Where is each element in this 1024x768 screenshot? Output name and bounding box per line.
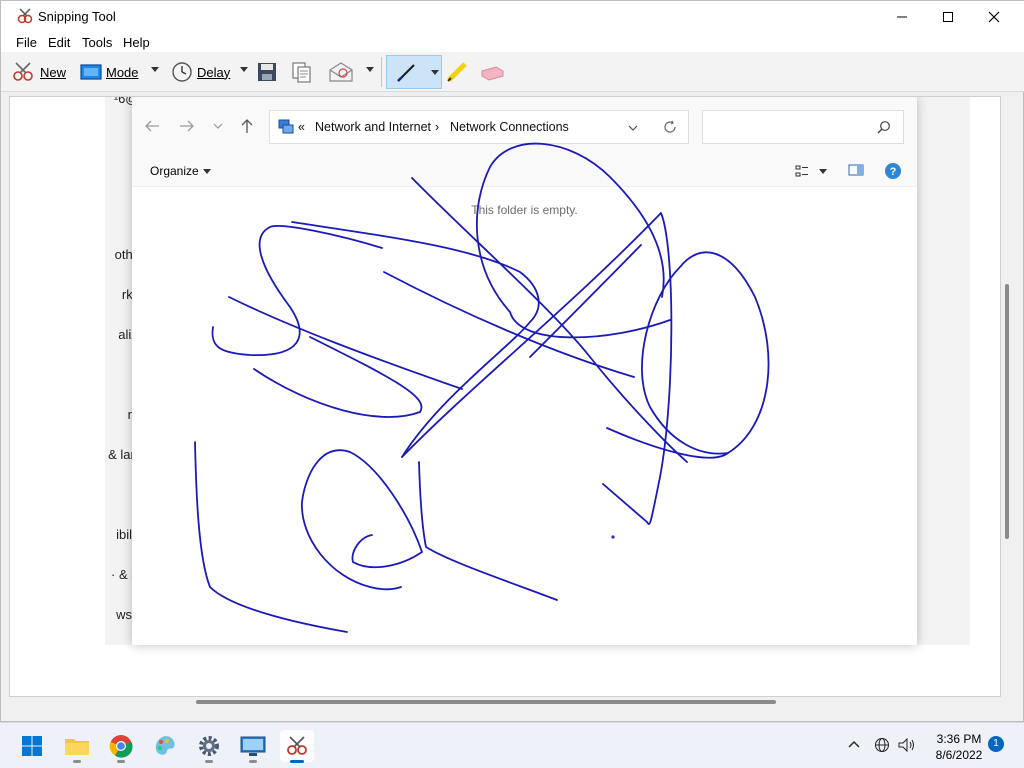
- remote-desktop-taskbar-button[interactable]: [236, 730, 270, 763]
- eraser-icon: [481, 66, 504, 81]
- minimize-icon: [897, 16, 907, 17]
- title-bar: Snipping Tool: [1, 1, 1024, 32]
- running-indicator: [117, 760, 125, 763]
- close-button[interactable]: [971, 1, 1017, 32]
- snipping-tool-app-icon: [17, 8, 33, 24]
- envelope-icon: [329, 62, 353, 82]
- snipping-tool-taskbar-button[interactable]: [280, 730, 314, 763]
- toolbar-separator: [381, 57, 382, 87]
- gear-icon: [199, 736, 219, 756]
- pen-icon: [397, 64, 415, 82]
- delay-dropdown-arrow[interactable]: [240, 67, 248, 72]
- taskbar: 3:36 PM 8/6/2022: [0, 722, 1024, 768]
- settings-taskbar-button[interactable]: [192, 730, 226, 763]
- file-explorer-taskbar-button[interactable]: [60, 730, 94, 763]
- clock-icon: [172, 62, 192, 82]
- menu-tools[interactable]: Tools: [82, 35, 112, 50]
- pen-annotation-scribble: [194, 142, 770, 633]
- menu-bar: File Edit Tools Help: [1, 32, 1024, 52]
- send-dropdown-arrow[interactable]: [366, 67, 374, 72]
- copy-button[interactable]: [291, 59, 313, 85]
- running-indicator: [73, 760, 81, 763]
- close-icon: [988, 11, 1000, 22]
- clock-time: 3:36 PM: [936, 732, 982, 746]
- rectangle-mode-icon: [80, 64, 102, 80]
- clock-date: 8/6/2022: [935, 748, 983, 762]
- paint-3d-taskbar-button[interactable]: [148, 730, 182, 762]
- speaker-volume-icon[interactable]: [898, 737, 916, 753]
- scissors-icon: [13, 62, 33, 81]
- horizontal-scrollbar[interactable]: [196, 700, 776, 704]
- monitor-icon: [240, 736, 266, 756]
- show-hidden-icons-chevron-icon[interactable]: [848, 740, 860, 748]
- minimize-button[interactable]: [879, 1, 925, 32]
- system-clock[interactable]: 3:36 PM 8/6/2022: [928, 731, 990, 763]
- active-indicator: [290, 760, 304, 763]
- delay-button-label: Delay: [197, 64, 231, 80]
- window-title: Snipping Tool: [38, 9, 116, 24]
- running-indicator: [249, 760, 257, 763]
- new-button-label: New: [40, 64, 67, 80]
- highlighter-icon: [447, 62, 467, 82]
- eraser-button[interactable]: [479, 59, 505, 85]
- new-button[interactable]: New: [12, 59, 66, 85]
- toolbar: New Mode Delay: [1, 52, 1024, 92]
- mode-button[interactable]: Mode: [80, 59, 139, 85]
- mode-button-label: Mode: [106, 64, 139, 80]
- start-button[interactable]: [15, 730, 49, 762]
- running-indicator: [205, 760, 213, 763]
- delay-button[interactable]: Delay: [171, 59, 230, 85]
- copy-icon: [292, 62, 311, 83]
- save-button[interactable]: [257, 59, 277, 85]
- paint-palette-icon: [155, 736, 175, 755]
- maximize-icon: [943, 11, 953, 22]
- windows-logo-icon: [22, 736, 42, 756]
- snip-canvas[interactable]: ¹6@c g n oth & rk & aliza nts & lang g i…: [9, 96, 1001, 697]
- mode-dropdown-arrow[interactable]: [151, 67, 159, 72]
- send-snip-button[interactable]: [328, 59, 354, 85]
- pen-dropdown-arrow[interactable]: [431, 70, 439, 75]
- notification-badge[interactable]: 1: [988, 736, 1004, 752]
- menu-edit[interactable]: Edit: [48, 35, 70, 50]
- chrome-icon: [109, 735, 133, 758]
- save-icon: [258, 63, 276, 81]
- highlighter-button[interactable]: [445, 59, 469, 85]
- pen-tool-button[interactable]: [386, 55, 442, 89]
- network-globe-icon[interactable]: [874, 737, 890, 753]
- scissors-icon: [287, 736, 307, 755]
- vertical-scrollbar[interactable]: [1005, 284, 1009, 539]
- menu-file[interactable]: File: [16, 35, 37, 50]
- maximize-button[interactable]: [925, 1, 971, 32]
- folder-icon: [65, 739, 89, 755]
- chrome-taskbar-button[interactable]: [104, 730, 138, 763]
- menu-help[interactable]: Help: [123, 35, 150, 50]
- snipping-tool-window: Snipping Tool File Edit Tools Help New M…: [0, 0, 1024, 722]
